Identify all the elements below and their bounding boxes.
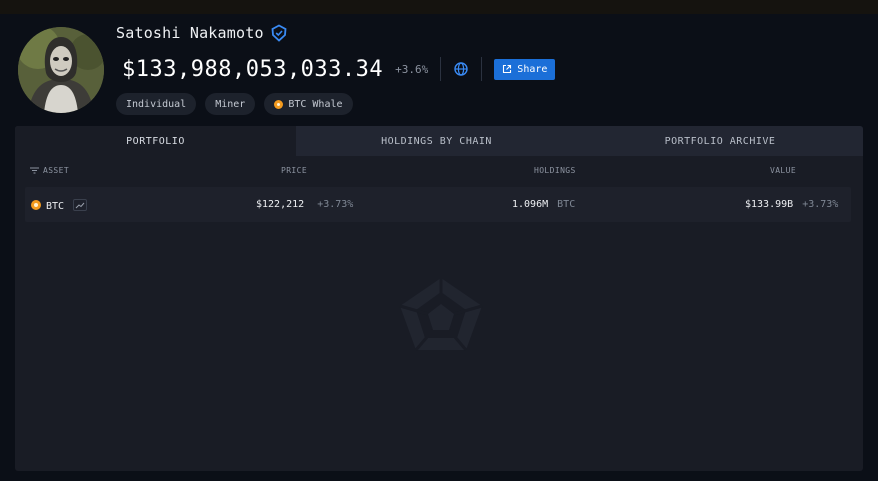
btc-coin-icon xyxy=(274,99,284,109)
tag-miner[interactable]: Miner xyxy=(205,93,256,115)
tab-portfolio-archive[interactable]: PORTFOLIO ARCHIVE xyxy=(577,126,863,156)
price-value: $122,212 xyxy=(256,199,305,210)
holdings-unit: BTC xyxy=(557,199,576,210)
top-bar xyxy=(0,0,878,14)
profile-name-row: Satoshi Nakamoto xyxy=(116,24,288,42)
value-column-header[interactable]: VALUE xyxy=(770,166,796,175)
tab-label: HOLDINGS BY CHAIN xyxy=(381,135,492,147)
share-label: Share xyxy=(517,63,548,75)
portfolio-value-row: $133,988,053,033.34 +3.6% Share xyxy=(122,55,556,83)
tag-individual[interactable]: Individual xyxy=(116,93,197,115)
asset-symbol: BTC xyxy=(46,201,65,212)
value-cell: $133.99B +3.73% xyxy=(745,199,838,210)
tab-portfolio[interactable]: PORTFOLIO xyxy=(15,126,296,156)
table-row[interactable]: BTC $122,212 +3.73% 1.096M BTC $133.99B … xyxy=(25,187,851,222)
asset-cell[interactable]: BTC xyxy=(31,199,88,212)
table-header: ASSET PRICE HOLDINGS VALUE xyxy=(15,156,863,184)
tag-label: Miner xyxy=(215,98,246,110)
entity-tags: Individual Miner BTC Whale xyxy=(116,93,353,115)
holdings-amount: 1.096M xyxy=(512,199,549,210)
tag-btc-whale[interactable]: BTC Whale xyxy=(264,93,353,115)
value-amount: $133.99B xyxy=(745,199,794,210)
asset-column-header[interactable]: ASSET xyxy=(30,166,69,175)
chart-icon[interactable] xyxy=(73,199,88,211)
filter-icon xyxy=(30,167,39,174)
tag-label: BTC Whale xyxy=(288,98,343,110)
share-button[interactable]: Share xyxy=(494,58,556,80)
tab-holdings-by-chain[interactable]: HOLDINGS BY CHAIN xyxy=(296,126,577,156)
tab-label: PORTFOLIO xyxy=(126,135,185,147)
price-cell: $122,212 +3.73% xyxy=(256,199,353,210)
btc-coin-icon xyxy=(31,200,41,210)
tab-label: PORTFOLIO ARCHIVE xyxy=(664,135,776,147)
price-change: +3.73% xyxy=(317,199,354,210)
tag-label: Individual xyxy=(126,98,187,110)
share-icon xyxy=(503,64,512,74)
tab-bar: PORTFOLIO HOLDINGS BY CHAIN PORTFOLIO AR… xyxy=(15,126,863,156)
price-column-header[interactable]: PRICE xyxy=(281,166,307,175)
divider xyxy=(440,57,442,81)
divider xyxy=(481,57,483,81)
verified-icon xyxy=(270,24,288,42)
holdings-column-header[interactable]: HOLDINGS xyxy=(534,166,576,175)
value-change: +3.6% xyxy=(395,62,429,76)
value-change: +3.73% xyxy=(802,199,839,210)
portfolio-panel: PORTFOLIO HOLDINGS BY CHAIN PORTFOLIO AR… xyxy=(15,126,863,471)
avatar xyxy=(18,27,104,113)
holdings-cell: 1.096M BTC xyxy=(512,199,575,210)
total-value: $133,988,053,033.34 xyxy=(122,56,384,82)
globe-icon[interactable] xyxy=(453,61,469,77)
profile-name: Satoshi Nakamoto xyxy=(116,24,264,42)
asset-header-label: ASSET xyxy=(43,166,70,175)
arkham-logo-watermark-icon xyxy=(399,278,483,351)
